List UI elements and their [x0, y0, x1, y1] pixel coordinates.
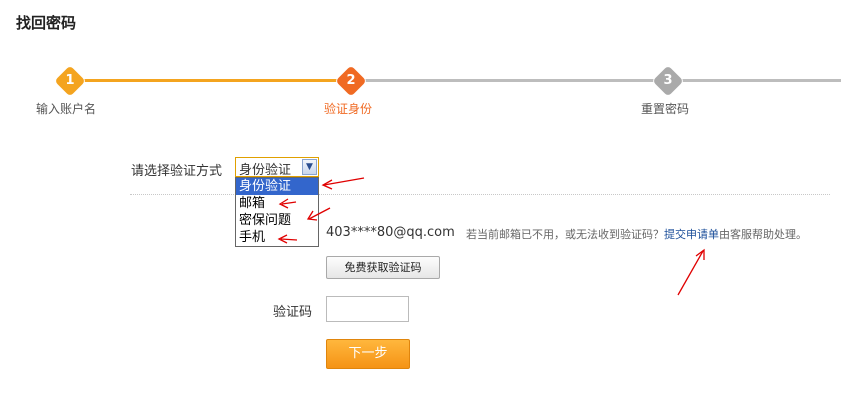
annotation-arrow-4 — [280, 238, 298, 241]
annotation-arrows — [277, 177, 705, 296]
annotation-arrow-5 — [677, 250, 704, 296]
annotation-arrow-2 — [281, 201, 297, 205]
